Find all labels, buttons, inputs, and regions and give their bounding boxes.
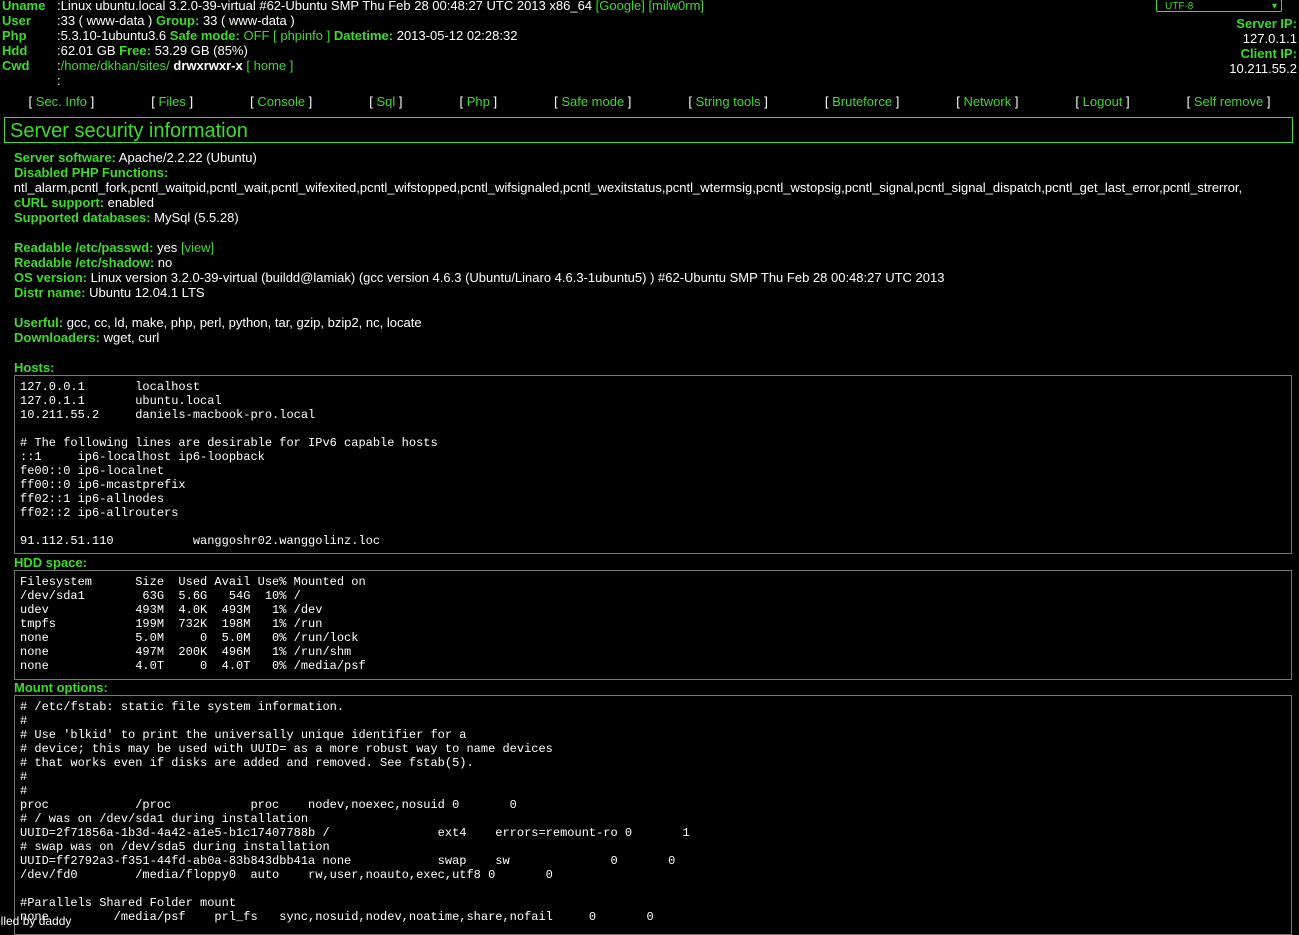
menu-php[interactable]: [ Php ] [460,94,498,109]
phpinfo-link[interactable]: [ phpinfo ] [273,28,330,43]
server-software-label: Server software: [14,150,116,165]
group-label: Group: [156,13,200,28]
home-link[interactable]: [ home ] [246,58,293,73]
free-value: 53.29 GB (85%) [154,43,248,58]
menu-safe-mode[interactable]: [ Safe mode ] [554,94,631,109]
hdd-space-content: Filesystem Size Used Avail Use% Mounted … [14,570,1292,680]
shadow-value: no [157,255,173,270]
menu-console[interactable]: [ Console ] [250,94,312,109]
section-header: Server security information [4,117,1293,143]
server-ip-value: 127.0.1.1 [1242,31,1297,46]
main-menu: [ Sec. Info ] [ Files ] [ Console ] [ Sq… [0,91,1299,111]
os-version-label: OS version: [14,270,87,285]
cwd-path-link[interactable]: /home/dkhan/sites/ [61,58,170,73]
disabled-functions-value: pcntl_alarm,pcntl_fork,pcntl_waitpid,pcn… [14,180,1243,195]
datetime-label: Datetime: [333,28,394,43]
menu-network[interactable]: [ Network ] [956,94,1018,109]
passwd-view-link[interactable]: [view] [181,240,214,255]
cwd-permissions: drwxrwxr-x [173,58,243,73]
client-ip-label: Client IP: [1240,46,1297,61]
distr-name-label: Distr name: [14,285,86,300]
milw0rm-link[interactable]: [milw0rm] [648,0,704,13]
security-info: Server software: Apache/2.2.22 (Ubuntu) … [14,150,1299,345]
server-info-header: Uname :Linux ubuntu.local 3.2.0-39-virtu… [2,0,1002,88]
userful-label: Userful: [14,315,64,330]
safe-mode-label: Safe mode: [169,28,240,43]
menu-bruteforce[interactable]: [ Bruteforce ] [825,94,899,109]
menu-sql[interactable]: [ Sql ] [369,94,402,109]
menu-string-tools[interactable]: [ String tools ] [688,94,768,109]
php-label: Php [2,28,27,43]
os-version-value: Linux version 3.2.0-39-virtual (buildd@l… [90,270,945,285]
menu-logout[interactable]: [ Logout ] [1075,94,1129,109]
extra-line: : [57,73,61,88]
user-label: User [2,13,31,28]
php-value: :5.3.10-1ubuntu3.6 [57,28,167,43]
hdd-value: :62.01 GB [57,43,116,58]
footer-text: elled by daddy [0,914,72,928]
client-ip-value: 10.211.55.2 [1229,61,1297,76]
safe-mode-value: OFF [243,28,270,43]
uname-value: :Linux ubuntu.local 3.2.0-39-virtual #62… [57,0,593,13]
server-ip-label: Server IP: [1236,16,1297,31]
uname-label: Uname [2,0,46,13]
curl-label: cURL support: [14,195,105,210]
distr-name-value: Ubuntu 12.04.1 LTS [89,285,205,300]
mount-options-content: # /etc/fstab: static file system informa… [14,695,1292,935]
downloaders-value: wget, curl [103,330,160,345]
encoding-select[interactable]: UTF-8 ▾ [1156,0,1282,12]
passwd-label: Readable /etc/passwd: [14,240,154,255]
mount-options-label: Mount options: [14,680,108,695]
disabled-functions-label: Disabled PHP Functions: [14,165,169,180]
curl-value: enabled [107,195,154,210]
server-software-value: Apache/2.2.22 (Ubuntu) [118,150,257,165]
shadow-label: Readable /etc/shadow: [14,255,155,270]
menu-files[interactable]: [ Files ] [151,94,193,109]
passwd-value: yes [157,240,178,255]
hdd-label: Hdd [2,43,28,58]
group-value: 33 ( www-data ) [202,13,295,28]
encoding-value: UTF-8 [1165,1,1194,12]
downloaders-label: Downloaders: [14,330,100,345]
chevron-down-icon: ▾ [1271,1,1277,12]
userful-value: gcc, cc, ld, make, php, perl, python, ta… [66,315,422,330]
hosts-content: 127.0.0.1 localhost 127.0.1.1 ubuntu.loc… [14,375,1292,554]
user-value: :33 ( www-data ) [57,13,153,28]
menu-self-remove[interactable]: [ Self remove ] [1187,94,1271,109]
hosts-label: Hosts: [14,360,55,375]
menu-sec-info[interactable]: [ Sec. Info ] [28,94,94,109]
hdd-space-label: HDD space: [14,555,87,570]
section-title: Server security information [10,120,248,142]
ip-panel: Server IP: 127.0.1.1 Client IP: 10.211.5… [1229,16,1297,76]
google-link[interactable]: [Google] [596,0,645,13]
datetime-value: 2013-05-12 02:28:32 [396,28,518,43]
free-label: Free: [119,43,151,58]
databases-value: MySql (5.5.28) [154,210,239,225]
databases-label: Supported databases: [14,210,151,225]
cwd-label: Cwd [2,58,30,73]
